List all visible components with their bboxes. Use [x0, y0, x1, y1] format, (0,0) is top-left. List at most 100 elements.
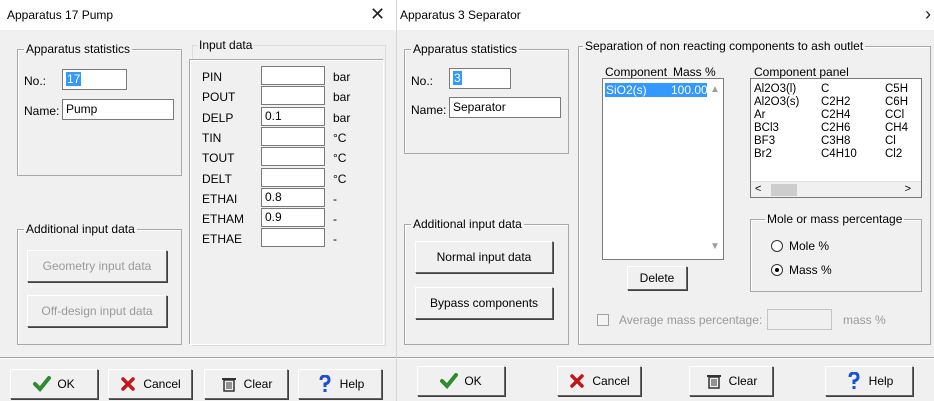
bypass-components-button[interactable]: Bypass components [415, 287, 553, 319]
trash-icon [705, 372, 723, 390]
panel-item[interactable]: C6H [885, 96, 908, 108]
panel-item[interactable]: C3H8 [821, 135, 850, 147]
input-field-ethae[interactable] [261, 228, 325, 248]
panel-item[interactable]: C2H6 [821, 122, 850, 134]
input-field-tout[interactable] [261, 147, 325, 167]
input-label-tout: TOUT [202, 151, 235, 166]
group-legend: Additional input data [413, 217, 522, 231]
cancel-button[interactable]: Cancel [557, 366, 641, 396]
name-label: Name: [411, 103, 447, 117]
apparatus-number-field[interactable]: 3 [449, 68, 511, 89]
panel-item[interactable]: C4H10 [821, 148, 857, 160]
window-title: Apparatus 3 Separator [400, 8, 521, 22]
input-label-pin: PIN [202, 70, 223, 84]
delete-button[interactable]: Delete [627, 266, 687, 290]
panel-item[interactable]: Al2O3(l) [754, 83, 796, 95]
input-unit-pin: bar [333, 70, 351, 84]
panel-item[interactable]: Al2O3(s) [754, 96, 799, 108]
component-row[interactable]: SiO2(s) 100.00 [605, 83, 708, 97]
scroll-left-icon[interactable]: < [755, 183, 761, 195]
title-bar: Apparatus 3 Separator › [397, 0, 934, 30]
component-name: SiO2(s) [606, 83, 647, 97]
apparatus-name-field[interactable]: Pump [62, 99, 174, 120]
pump-dialog: Apparatus 17 Pump ✕ Apparatus statistics… [0, 0, 396, 401]
apparatus-number-field[interactable]: 17 [62, 69, 127, 90]
input-unit-tin: °C [333, 130, 347, 145]
input-label-tin: TIN [202, 130, 222, 145]
help-button[interactable]: Help [825, 366, 913, 396]
input-field-pout[interactable] [261, 86, 325, 106]
panel-item[interactable]: Br2 [754, 148, 772, 160]
input-field-delt[interactable] [261, 167, 325, 187]
window-title: Apparatus 17 Pump [7, 8, 114, 22]
scroll-up-icon[interactable]: ▲ [709, 84, 721, 96]
component-panel-header: Component panel [754, 65, 849, 79]
group-legend: Separation of non reacting components to… [585, 39, 864, 53]
mole-label: Mole % [789, 239, 830, 253]
input-field-pin[interactable] [261, 66, 325, 85]
scroll-right-icon[interactable]: > [905, 183, 911, 195]
group-legend: Input data [199, 38, 253, 52]
separator-line [0, 357, 396, 359]
panel-item[interactable]: C2H4 [821, 109, 850, 121]
mole-radio[interactable] [771, 240, 783, 252]
input-label-ethai: ETHAI [202, 191, 238, 206]
panel-item[interactable]: C5H [885, 83, 908, 95]
no-label: No.: [24, 74, 47, 88]
panel-item[interactable]: C2H2 [821, 96, 850, 108]
average-checkbox[interactable] [597, 314, 609, 326]
panel-item[interactable]: Ar [754, 109, 766, 121]
ok-button[interactable]: OK [417, 366, 505, 396]
component-panel[interactable]: Al2O3(l) Al2O3(s) Ar BCl3 BF3 Br2 C C2H2 C2H4 C2H… [750, 78, 922, 198]
input-unit-pout: bar [333, 90, 351, 105]
scroll-down-icon[interactable]: ▼ [709, 241, 721, 253]
average-unit: mass % [843, 313, 886, 327]
panel-item[interactable]: C [821, 83, 829, 95]
question-icon [316, 375, 334, 393]
panel-item[interactable]: BCl3 [754, 122, 779, 134]
clear-button[interactable]: Clear [204, 369, 288, 399]
component-list[interactable]: SiO2(s) 100.00 ▲ ▼ [602, 78, 724, 260]
ok-label: OK [57, 377, 75, 391]
mole-mass-group: Mole or mass percentage [750, 212, 922, 292]
help-label: Help [868, 374, 894, 388]
cancel-button[interactable]: Cancel [108, 369, 192, 399]
cross-icon [119, 375, 137, 393]
panel-item[interactable]: CCl [885, 109, 904, 121]
clear-button[interactable]: Clear [689, 366, 773, 396]
separator-dialog: Apparatus 3 Separator › Apparatus statis… [397, 0, 934, 401]
scroll-thumb[interactable] [771, 184, 797, 196]
input-label-delp: DELP [202, 110, 234, 125]
geometry-input-button[interactable]: Geometry input data [27, 250, 167, 282]
input-unit-delp: bar [333, 110, 351, 125]
offdesign-input-button[interactable]: Off-design input data [27, 295, 167, 327]
input-label-delt: DELT [202, 171, 232, 186]
input-field-delp[interactable]: 0.1 [261, 106, 325, 126]
input-field-tin[interactable] [261, 126, 325, 146]
panel-item[interactable]: Cl2 [885, 148, 902, 160]
mass-radio[interactable] [771, 264, 783, 276]
input-unit-ethai: - [333, 191, 337, 206]
close-icon[interactable]: ✕ [370, 4, 385, 24]
no-label: No.: [411, 74, 434, 88]
ok-button[interactable]: OK [10, 369, 98, 399]
component-header: Component [605, 65, 668, 79]
group-legend: Mole or mass percentage [767, 212, 903, 226]
cancel-label: Cancel [592, 374, 630, 388]
panel-item[interactable]: CH4 [885, 122, 908, 134]
help-button[interactable]: Help [298, 369, 382, 399]
panel-item[interactable]: BF3 [754, 135, 775, 147]
normal-input-button[interactable]: Normal input data [415, 241, 553, 273]
close-icon[interactable]: › [925, 4, 931, 24]
input-unit-delt: °C [333, 171, 347, 186]
panel-item[interactable]: Cl [885, 135, 896, 147]
input-field-ethai[interactable]: 0.8 [261, 187, 325, 207]
average-field[interactable] [767, 309, 832, 330]
input-field-etham[interactable]: 0.9 [261, 208, 325, 228]
input-unit-tout: °C [333, 151, 347, 166]
input-label-etham: ETHAM [202, 212, 244, 227]
help-label: Help [339, 377, 365, 391]
group-legend: Apparatus statistics [26, 42, 131, 56]
apparatus-name-field[interactable]: Separator [449, 97, 561, 118]
horizontal-scrollbar[interactable]: < > [751, 181, 921, 197]
